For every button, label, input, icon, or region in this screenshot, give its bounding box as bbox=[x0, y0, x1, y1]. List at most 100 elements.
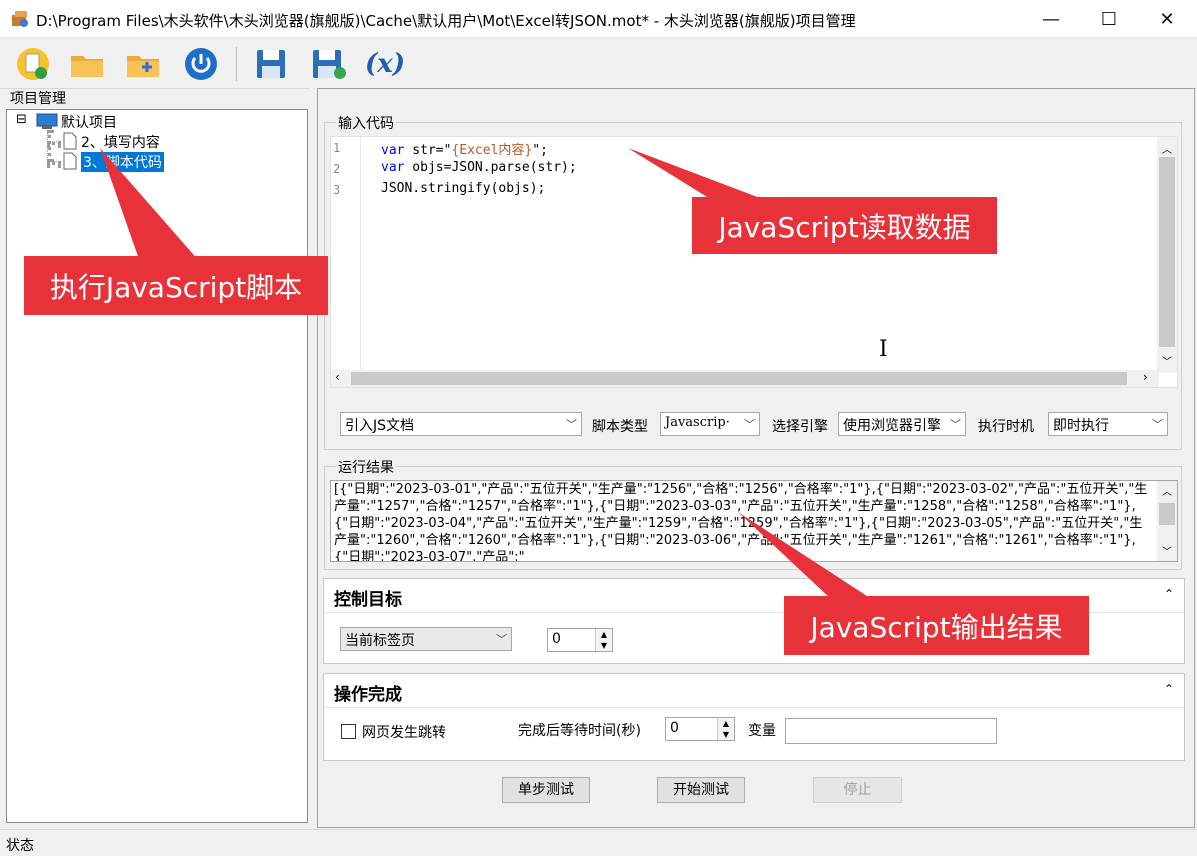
wait-time-stepper[interactable]: 0 ▲ ▼ bbox=[665, 717, 735, 741]
panel-splitter[interactable] bbox=[309, 88, 317, 828]
tree-item-fill-content[interactable]: 2、填写内容 bbox=[81, 132, 160, 152]
code-keyword: var bbox=[381, 160, 405, 175]
tree-expander-icon[interactable]: ⊟ bbox=[16, 112, 27, 127]
tab-select-value: 当前标签页 bbox=[345, 633, 415, 649]
title-bar: D:\Program Files\木头软件\木头浏览器(旗舰版)\Cache\默… bbox=[0, 0, 1197, 38]
variable-label: 变量 bbox=[748, 723, 776, 739]
result-scrollbar[interactable]: ︿ ﹀ bbox=[1157, 481, 1177, 561]
page-jump-checkbox[interactable] bbox=[341, 724, 356, 739]
tree-root[interactable]: 默认项目 bbox=[61, 112, 117, 132]
stepper-arrows-icon[interactable]: ▲ ▼ bbox=[717, 718, 734, 740]
tree-line bbox=[47, 141, 61, 145]
start-test-button[interactable]: 开始测试 bbox=[657, 777, 745, 803]
control-target-title: 控制目标 bbox=[334, 590, 402, 610]
code-text: str=" bbox=[404, 143, 452, 158]
code-line: JSON.stringify(objs); bbox=[381, 181, 545, 196]
scroll-down-icon[interactable]: ﹀ bbox=[1162, 353, 1172, 368]
project-tree[interactable]: ⊟ 默认项目 2、填写内容 3、脚本代码 bbox=[6, 109, 308, 823]
exec-time-label: 执行时机 bbox=[978, 419, 1034, 435]
save-as-icon[interactable] bbox=[308, 43, 350, 85]
toolbar: (x) bbox=[0, 39, 1197, 89]
exec-time-value: 即时执行 bbox=[1053, 418, 1109, 434]
callout-execute-script: 执行JavaScript脚本 bbox=[24, 256, 328, 315]
scroll-up-icon[interactable]: ︿ bbox=[1162, 483, 1172, 498]
engine-select[interactable]: 使用浏览器引擎 ﹀ bbox=[838, 412, 966, 436]
variable-icon[interactable]: (x) bbox=[364, 43, 406, 85]
callout-read-data: JavaScript读取数据 bbox=[692, 197, 997, 254]
code-string: {Excel内容} bbox=[451, 143, 533, 158]
code-keyword: var bbox=[381, 143, 405, 158]
result-output[interactable]: [{"日期":"2023-03-01","产品":"五位开关","生产量":"1… bbox=[330, 480, 1178, 562]
import-js-value: 引入JS文档 bbox=[345, 418, 415, 434]
window-title: D:\Program Files\木头软件\木头浏览器(旗舰版)\Cache\默… bbox=[36, 12, 856, 30]
code-text: objs=JSON.parse(str); bbox=[404, 160, 577, 175]
scroll-down-icon[interactable]: ﹀ bbox=[1162, 543, 1172, 558]
tab-index-value: 0 bbox=[552, 631, 561, 647]
step-test-button[interactable]: 单步测试 bbox=[502, 777, 590, 803]
scroll-up-icon[interactable]: ︿ bbox=[1162, 141, 1172, 156]
minimize-button[interactable]: — bbox=[1022, 0, 1080, 38]
chevron-down-icon: ﹀ bbox=[744, 418, 755, 431]
app-logo-icon bbox=[12, 11, 28, 27]
script-type-value: Javascrip· bbox=[665, 415, 730, 430]
collapse-icon[interactable]: ⌃ bbox=[1164, 587, 1174, 601]
power-icon[interactable] bbox=[180, 43, 222, 85]
stepper-arrows-icon[interactable]: ▲ ▼ bbox=[595, 629, 612, 651]
chevron-down-icon: ﹀ bbox=[950, 418, 961, 431]
add-folder-icon[interactable] bbox=[122, 43, 164, 85]
page-jump-label: 网页发生跳转 bbox=[362, 725, 446, 741]
scroll-thumb[interactable] bbox=[351, 372, 1127, 385]
save-icon[interactable] bbox=[250, 43, 292, 85]
wait-time-value: 0 bbox=[670, 720, 679, 736]
operation-done-title: 操作完成 bbox=[334, 685, 402, 705]
status-bar: 状态 bbox=[0, 829, 1197, 856]
result-text: [{"日期":"2023-03-01","产品":"五位开关","生产量":"1… bbox=[334, 482, 1148, 562]
line-number: 3 bbox=[333, 183, 341, 197]
code-horizontal-scrollbar[interactable]: ‹ › bbox=[331, 370, 1159, 387]
line-number: 1 bbox=[333, 141, 341, 155]
tab-select[interactable]: 当前标签页 ﹀ bbox=[340, 627, 512, 651]
code-text: JSON.stringify(objs); bbox=[381, 181, 546, 196]
engine-value: 使用浏览器引擎 bbox=[843, 418, 941, 434]
line-gutter: 1 2 3 bbox=[331, 137, 361, 373]
scroll-right-icon[interactable]: › bbox=[1143, 370, 1148, 384]
line-number: 2 bbox=[333, 162, 341, 176]
callout-output-result: JavaScript输出结果 bbox=[784, 596, 1089, 655]
text-cursor-icon: I bbox=[879, 337, 888, 362]
chevron-down-icon: ﹀ bbox=[1152, 418, 1163, 431]
toolbar-separator bbox=[236, 47, 237, 81]
status-text: 状态 bbox=[6, 838, 34, 854]
import-js-select[interactable]: 引入JS文档 ﹀ bbox=[340, 412, 582, 436]
collapse-icon[interactable]: ⌃ bbox=[1164, 682, 1174, 696]
tree-item-script-code[interactable]: 3、脚本代码 bbox=[81, 152, 164, 172]
operation-done-header[interactable]: 操作完成 ⌃ bbox=[324, 674, 1184, 708]
project-panel-label: 项目管理 bbox=[10, 91, 66, 107]
new-file-icon[interactable] bbox=[12, 43, 54, 85]
maximize-button[interactable]: ☐ bbox=[1080, 0, 1138, 38]
code-editor[interactable]: 1 2 3 var str="{Excel内容}"; var objs=JSON… bbox=[330, 136, 1178, 388]
close-button[interactable]: ✕ bbox=[1138, 0, 1196, 38]
wait-time-label: 完成后等待时间(秒) bbox=[518, 723, 641, 739]
code-line: var objs=JSON.parse(str); bbox=[381, 160, 577, 175]
computer-icon bbox=[36, 113, 58, 129]
operation-done-section: 操作完成 ⌃ bbox=[323, 673, 1185, 761]
code-panel-label: 输入代码 bbox=[336, 113, 396, 133]
scroll-left-icon[interactable]: ‹ bbox=[335, 370, 340, 384]
scroll-thumb[interactable] bbox=[1159, 503, 1175, 525]
file-icon bbox=[63, 152, 77, 170]
open-folder-icon[interactable] bbox=[66, 43, 108, 85]
code-vertical-scrollbar[interactable]: ︿ ﹀ bbox=[1157, 137, 1177, 373]
script-type-label: 脚本类型 bbox=[592, 419, 648, 435]
result-panel-label: 运行结果 bbox=[336, 457, 396, 477]
scroll-thumb[interactable] bbox=[1159, 157, 1175, 347]
tree-line bbox=[47, 130, 51, 162]
code-line: var str="{Excel内容}"; bbox=[381, 139, 548, 158]
stop-button[interactable]: 停止 bbox=[813, 777, 902, 803]
chevron-down-icon: ﹀ bbox=[566, 418, 577, 431]
exec-time-select[interactable]: 即时执行 ﹀ bbox=[1048, 412, 1168, 436]
variable-input[interactable] bbox=[785, 718, 997, 744]
script-type-select[interactable]: Javascrip· ﹀ bbox=[660, 412, 760, 436]
tab-index-stepper[interactable]: 0 ▲ ▼ bbox=[547, 628, 613, 652]
code-text: "; bbox=[532, 143, 548, 158]
engine-label: 选择引擎 bbox=[772, 419, 828, 435]
